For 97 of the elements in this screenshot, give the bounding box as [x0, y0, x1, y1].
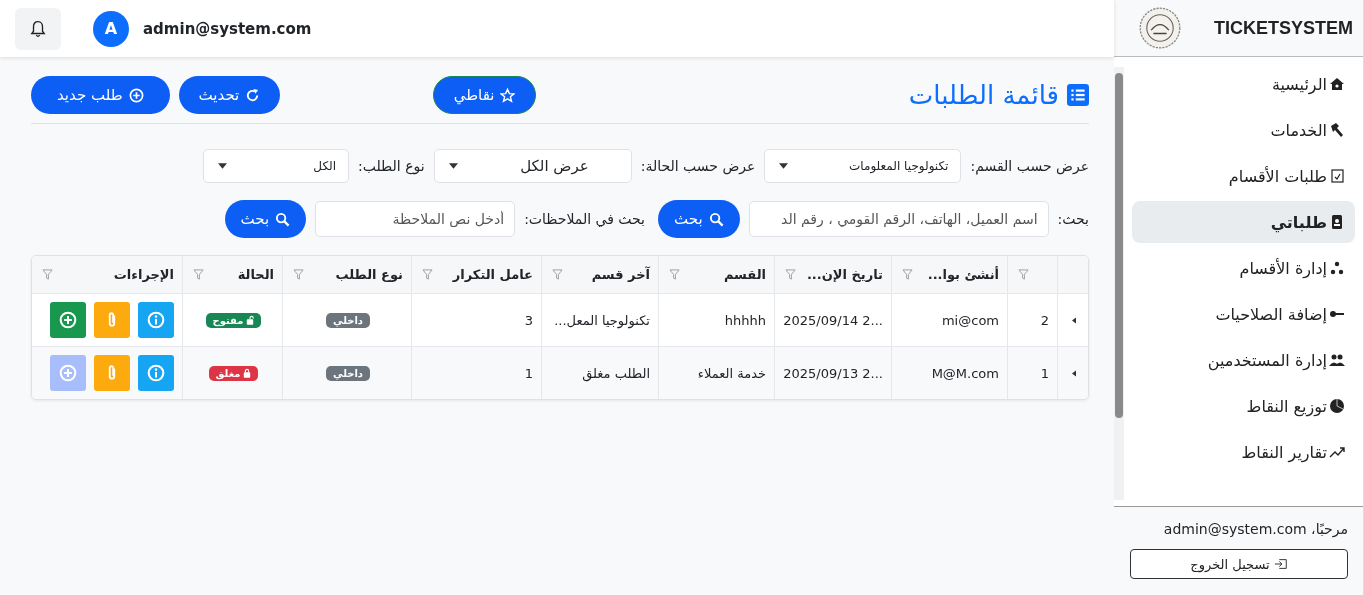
- attachment-button[interactable]: [94, 355, 130, 391]
- logout-icon: [1273, 557, 1288, 571]
- plus-circle-icon: [128, 87, 144, 103]
- filter-icon[interactable]: [293, 269, 304, 280]
- sidebar-item[interactable]: الرئيسية: [1132, 63, 1355, 105]
- table-cell: خدمة العملاء: [697, 365, 766, 381]
- filter-icon[interactable]: [902, 269, 913, 280]
- search-button[interactable]: بحث: [658, 200, 740, 238]
- column-header: آخر قسم: [591, 267, 650, 282]
- refresh-button[interactable]: تحديث: [178, 76, 281, 114]
- add-button[interactable]: [50, 302, 86, 338]
- filter-label: عرض حسب القسم:: [970, 158, 1089, 174]
- bell-icon: [29, 19, 47, 38]
- greeting-text: مرحبًا، admin@system.com: [1163, 521, 1348, 537]
- sidebar-item[interactable]: تقارير النقاط: [1132, 431, 1355, 473]
- table-cell: الطلب مغلق: [582, 365, 650, 381]
- plus-circle-icon: [59, 311, 77, 329]
- search-label: بحث في الملاحظات:: [524, 211, 645, 227]
- table-cell: 2025/09/13 2...: [783, 365, 883, 381]
- column-header: أنشئ بوا...: [927, 267, 999, 282]
- table-cell: 1: [524, 365, 533, 381]
- type-badge: داخلي: [326, 312, 370, 328]
- user-avatar: A: [93, 10, 129, 47]
- table-cell: M@M.com: [931, 365, 999, 381]
- filter-icon[interactable]: [785, 269, 796, 280]
- info-button[interactable]: [138, 302, 174, 338]
- points-button[interactable]: نقاطي: [432, 76, 537, 114]
- search-button[interactable]: بحث: [224, 200, 307, 238]
- column-header: القسم: [723, 267, 766, 282]
- users-icon: [1329, 352, 1345, 368]
- column-header: تاريخ الإن...: [806, 267, 883, 282]
- table-cell: تكنولوجيا المعل...: [554, 312, 650, 328]
- house-icon: [1329, 76, 1345, 92]
- info-button[interactable]: [138, 355, 174, 391]
- column-header: الحالة: [237, 267, 274, 282]
- search-label: بحث:: [1057, 211, 1089, 227]
- column-header: عامل التكرار: [452, 267, 533, 282]
- list-icon: [1067, 84, 1089, 106]
- info-icon: [147, 364, 165, 382]
- plus-circle-icon: [59, 364, 77, 382]
- filter-icon[interactable]: [193, 269, 204, 280]
- filter-icon[interactable]: [42, 269, 53, 280]
- info-icon: [147, 311, 165, 329]
- sidebar-item[interactable]: إضافة الصلاحيات: [1132, 293, 1355, 335]
- new-request-button[interactable]: طلب جديد: [31, 76, 170, 114]
- filter-dropdown[interactable]: عرض الكل: [433, 149, 632, 183]
- unlock-icon: [246, 315, 255, 325]
- pie-chart-icon: [1329, 398, 1345, 414]
- filter-icon[interactable]: [669, 269, 680, 280]
- search-field[interactable]: اسم العميل، الهاتف، الرقم القومي ، رقم الد: [748, 201, 1049, 237]
- table-cell: hhhhh: [724, 312, 766, 328]
- sidebar-item[interactable]: إدارة المستخدمين: [1132, 339, 1355, 381]
- page-title: قائمة الطلبات: [908, 80, 1089, 110]
- column-header: الإجراءات: [113, 267, 174, 282]
- expand-icon[interactable]: [1072, 369, 1076, 377]
- filter-icon[interactable]: [422, 269, 433, 280]
- column-header: نوع الطلب: [335, 267, 403, 282]
- type-badge: داخلي: [326, 365, 370, 381]
- sidebar-item[interactable]: إدارة الأقسام: [1132, 247, 1355, 289]
- notifications-button[interactable]: [15, 7, 61, 50]
- trend-icon: [1329, 444, 1345, 460]
- lock-icon: [243, 368, 252, 378]
- sidebar-item[interactable]: الخدمات: [1132, 109, 1355, 151]
- search-icon: [708, 211, 724, 227]
- filter-label: نوع الطلب:: [358, 158, 425, 174]
- table-cell: mi@com: [941, 312, 999, 328]
- id-badge-icon: [1329, 214, 1345, 230]
- scrollbar[interactable]: [1114, 67, 1124, 500]
- table-cell: 3: [524, 312, 533, 328]
- sitemap-icon: [1329, 260, 1345, 276]
- sidebar-item[interactable]: توزيع النقاط: [1132, 385, 1355, 427]
- table-cell: 2025/09/14 2...: [783, 312, 883, 328]
- sidebar-item[interactable]: طلباتي: [1132, 201, 1355, 243]
- filter-icon[interactable]: [1018, 269, 1029, 280]
- filter-dropdown[interactable]: الكل: [203, 149, 349, 183]
- attachment-button[interactable]: [94, 302, 130, 338]
- checklist-icon: [1329, 168, 1345, 184]
- status-badge: مفتوح: [205, 312, 262, 328]
- seal-logo: [1138, 6, 1182, 50]
- filter-label: عرض حسب الحالة:: [640, 158, 756, 174]
- brand-name: TICKETSYSTEM: [1214, 17, 1353, 39]
- caret-icon: [218, 163, 227, 169]
- table-cell: 2: [1040, 312, 1049, 328]
- search-icon: [275, 211, 291, 227]
- table-cell: 1: [1040, 365, 1049, 381]
- caret-icon: [779, 163, 789, 169]
- refresh-icon: [245, 87, 261, 103]
- sidebar-item[interactable]: طلبات الأقسام: [1132, 155, 1355, 197]
- logout-button[interactable]: تسجيل الخروج: [1130, 549, 1348, 579]
- user-email: admin@system.com: [143, 19, 312, 38]
- hammer-icon: [1329, 122, 1345, 138]
- expand-icon[interactable]: [1072, 316, 1076, 324]
- status-badge: مغلق: [208, 365, 259, 381]
- filter-dropdown[interactable]: تكنولوجيا المعلومات: [764, 149, 962, 183]
- caret-icon: [448, 163, 458, 169]
- filter-icon[interactable]: [552, 269, 563, 280]
- star-icon: [500, 87, 516, 103]
